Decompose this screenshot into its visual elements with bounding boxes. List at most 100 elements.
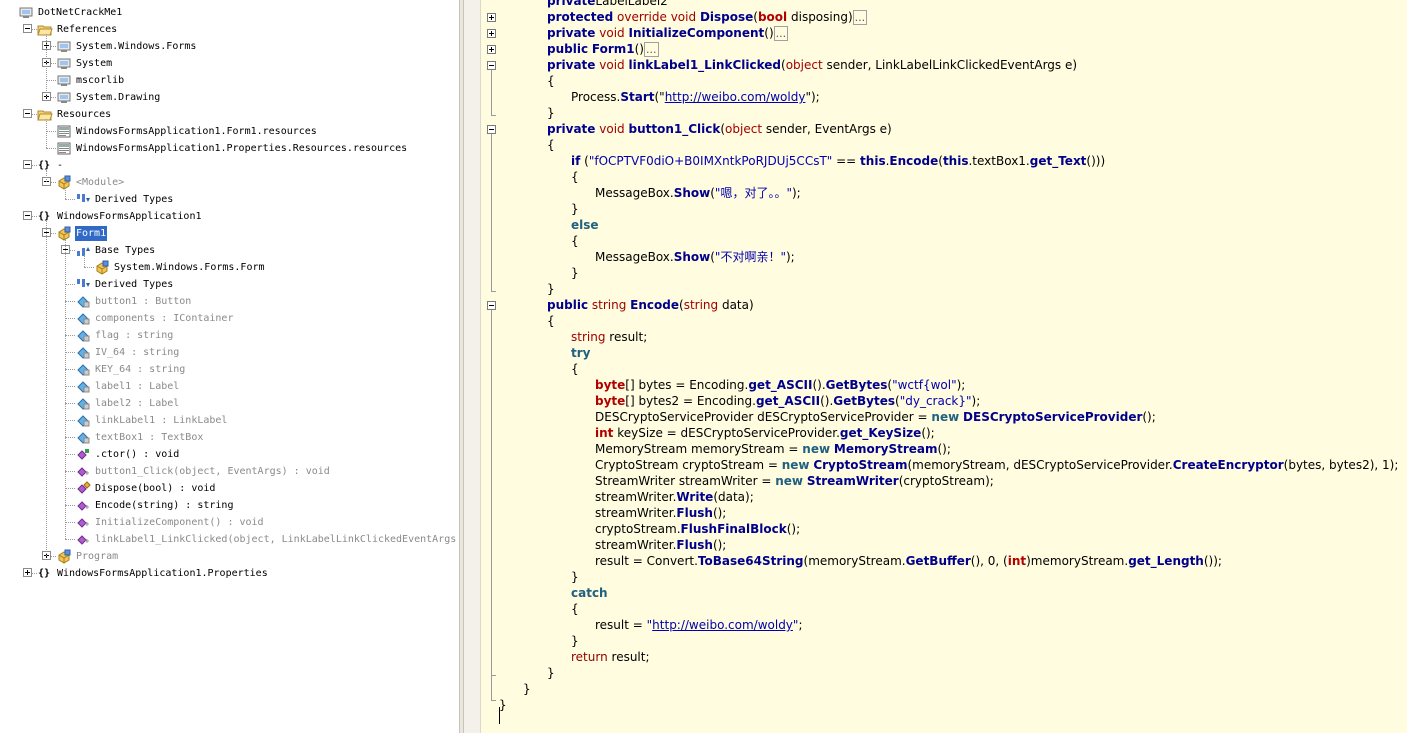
tree-node[interactable]: Derived Types (0, 276, 459, 293)
code-line[interactable]: } (571, 569, 579, 585)
tree-node[interactable]: DotNetCrackMe1 (0, 4, 459, 21)
code-line[interactable]: else (571, 217, 599, 233)
collapse-icon[interactable] (23, 160, 32, 169)
code-line[interactable]: MessageBox.Show("嗯，对了。。"); (595, 185, 801, 201)
expand-region-icon[interactable] (487, 29, 496, 38)
code-line[interactable]: streamWriter.Flush(); (595, 505, 726, 521)
code-line[interactable]: private void button1_Click(object sender… (547, 121, 892, 137)
collapse-region-icon[interactable] (487, 61, 496, 70)
code-line[interactable]: private void linkLabel1_LinkClicked(obje… (547, 57, 1077, 73)
code-line[interactable]: byte[] bytes = Encoding.get_ASCII().GetB… (595, 377, 965, 393)
code-line[interactable]: { (571, 601, 579, 617)
tree-node[interactable]: label2 : Label (0, 395, 459, 412)
code-line[interactable]: Process.Start("http://weibo.com/woldy"); (571, 89, 820, 105)
tree-node[interactable]: Dispose(bool) : void (0, 480, 459, 497)
code-line[interactable]: int keySize = dESCryptoServiceProvider.g… (595, 425, 935, 441)
tree-node[interactable]: {} WindowsFormsApplication1 (0, 208, 459, 225)
code-line[interactable]: private void InitializeComponent()... (547, 25, 789, 41)
namespace-icon: {} (38, 568, 51, 579)
tree-node[interactable]: components : IContainer (0, 310, 459, 327)
code-line[interactable]: StreamWriter streamWriter = new StreamWr… (595, 473, 994, 489)
code-line[interactable]: } (523, 681, 531, 697)
tree-node[interactable]: label1 : Label (0, 378, 459, 395)
tree-node[interactable]: {} - (0, 157, 459, 174)
tree-node[interactable]: linkLabel1 : LinkLabel (0, 412, 459, 429)
code-line[interactable]: MessageBox.Show("不对啊亲！"); (595, 249, 795, 265)
url-link[interactable]: http://weibo.com/woldy (652, 618, 793, 632)
tree-node[interactable]: {} WindowsFormsApplication1.Properties (0, 565, 459, 582)
code-line[interactable]: privateLabelLabel2 (547, 0, 668, 9)
expand-icon[interactable] (23, 568, 32, 577)
collapse-icon[interactable] (23, 24, 32, 33)
code-line[interactable]: byte[] bytes2 = Encoding.get_ASCII().Get… (595, 393, 980, 409)
tree-node[interactable]: Resources (0, 106, 459, 123)
code-line[interactable]: streamWriter.Write(data); (595, 489, 754, 505)
code-line[interactable]: } (571, 633, 579, 649)
tree-node[interactable]: WindowsFormsApplication1.Form1.resources (0, 123, 459, 140)
code-line[interactable]: MemoryStream memoryStream = new MemorySt… (595, 441, 951, 457)
code-line[interactable]: { (571, 169, 579, 185)
code-line[interactable]: streamWriter.Flush(); (595, 537, 726, 553)
code-line[interactable]: } (547, 665, 555, 681)
tree-node[interactable]: Program (0, 548, 459, 565)
code-line[interactable]: result = "http://weibo.com/woldy"; (595, 617, 803, 633)
code-line[interactable]: protected override void Dispose(bool dis… (547, 9, 868, 25)
code-line[interactable]: catch (571, 585, 608, 601)
tree-node[interactable]: InitializeComponent() : void (0, 514, 459, 531)
code-line[interactable]: { (547, 137, 555, 153)
code-line[interactable]: { (571, 361, 579, 377)
tree-node[interactable]: System.Drawing (0, 89, 459, 106)
tree-node[interactable]: KEY_64 : string (0, 361, 459, 378)
code-line[interactable]: { (547, 313, 555, 329)
tree-node[interactable]: flag : string (0, 327, 459, 344)
expand-region-icon[interactable] (487, 13, 496, 22)
code-line[interactable]: try (571, 345, 590, 361)
code-line[interactable]: } (571, 265, 579, 281)
tree-node[interactable]: <Module> (0, 174, 459, 191)
tree-node[interactable]: IV_64 : string (0, 344, 459, 361)
code-line[interactable]: DESCryptoServiceProvider dESCryptoServic… (595, 409, 1156, 425)
tree-node[interactable]: Base Types (0, 242, 459, 259)
code-line[interactable]: cryptoStream.FlushFinalBlock(); (595, 521, 800, 537)
collapse-icon[interactable] (23, 211, 32, 220)
tree-node[interactable]: button1 : Button (0, 293, 459, 310)
code-line[interactable]: string result; (571, 329, 647, 345)
code-editor[interactable]: privateLabelLabel2 protected override voi… (481, 0, 1407, 733)
tree-node[interactable]: Derived Types (0, 191, 459, 208)
collapsed-region-button[interactable]: ... (773, 26, 789, 41)
code-line[interactable]: public string Encode(string data) (547, 297, 754, 313)
code-token: ()); (1203, 554, 1222, 568)
tree-node[interactable]: References (0, 21, 459, 38)
tree-node[interactable]: mscorlib (0, 72, 459, 89)
code-line[interactable]: } (499, 697, 507, 713)
code-line[interactable]: } (547, 281, 555, 297)
collapse-region-icon[interactable] (487, 125, 496, 134)
code-line[interactable]: } (547, 105, 555, 121)
collapsed-region-button[interactable]: ... (852, 10, 868, 25)
code-line[interactable]: if ("fOCPTVF0diO+B0IMXntkPoRJDUj5CCsT" =… (571, 153, 1105, 169)
tree-node[interactable]: System.Windows.Forms (0, 38, 459, 55)
collapse-icon[interactable] (23, 109, 32, 118)
tree-node[interactable]: textBox1 : TextBox (0, 429, 459, 446)
code-line[interactable]: result = Convert.ToBase64String(memorySt… (595, 553, 1222, 569)
code-line[interactable]: CryptoStream cryptoStream = new CryptoSt… (595, 457, 1398, 473)
tree-node[interactable]: System.Windows.Forms.Form (0, 259, 459, 276)
tree-node[interactable]: System (0, 55, 459, 72)
assembly-browser-tree[interactable]: DotNetCrackMe1 References System.Windows.F… (0, 0, 459, 733)
tree-node[interactable]: button1_Click(object, EventArgs) : void (0, 463, 459, 480)
url-link[interactable]: http://weibo.com/woldy (665, 90, 806, 104)
tree-node[interactable]: .ctor() : void (0, 446, 459, 463)
tree-node[interactable]: Form1 (0, 225, 459, 242)
tree-node[interactable]: linkLabel1_LinkClicked(object, LinkLabel… (0, 531, 459, 548)
code-line[interactable]: public Form1()... (547, 41, 659, 57)
code-line[interactable]: { (547, 73, 555, 89)
tree-node[interactable]: WindowsFormsApplication1.Properties.Reso… (0, 140, 459, 157)
code-line[interactable]: { (571, 233, 579, 249)
expand-region-icon[interactable] (487, 45, 496, 54)
collapse-region-icon[interactable] (487, 301, 496, 310)
tree-node[interactable]: Encode(string) : string (0, 497, 459, 514)
code-line[interactable]: } (571, 201, 579, 217)
collapsed-region-button[interactable]: ... (644, 42, 659, 57)
code-line[interactable]: return result; (571, 649, 650, 665)
field-icon (75, 413, 91, 428)
